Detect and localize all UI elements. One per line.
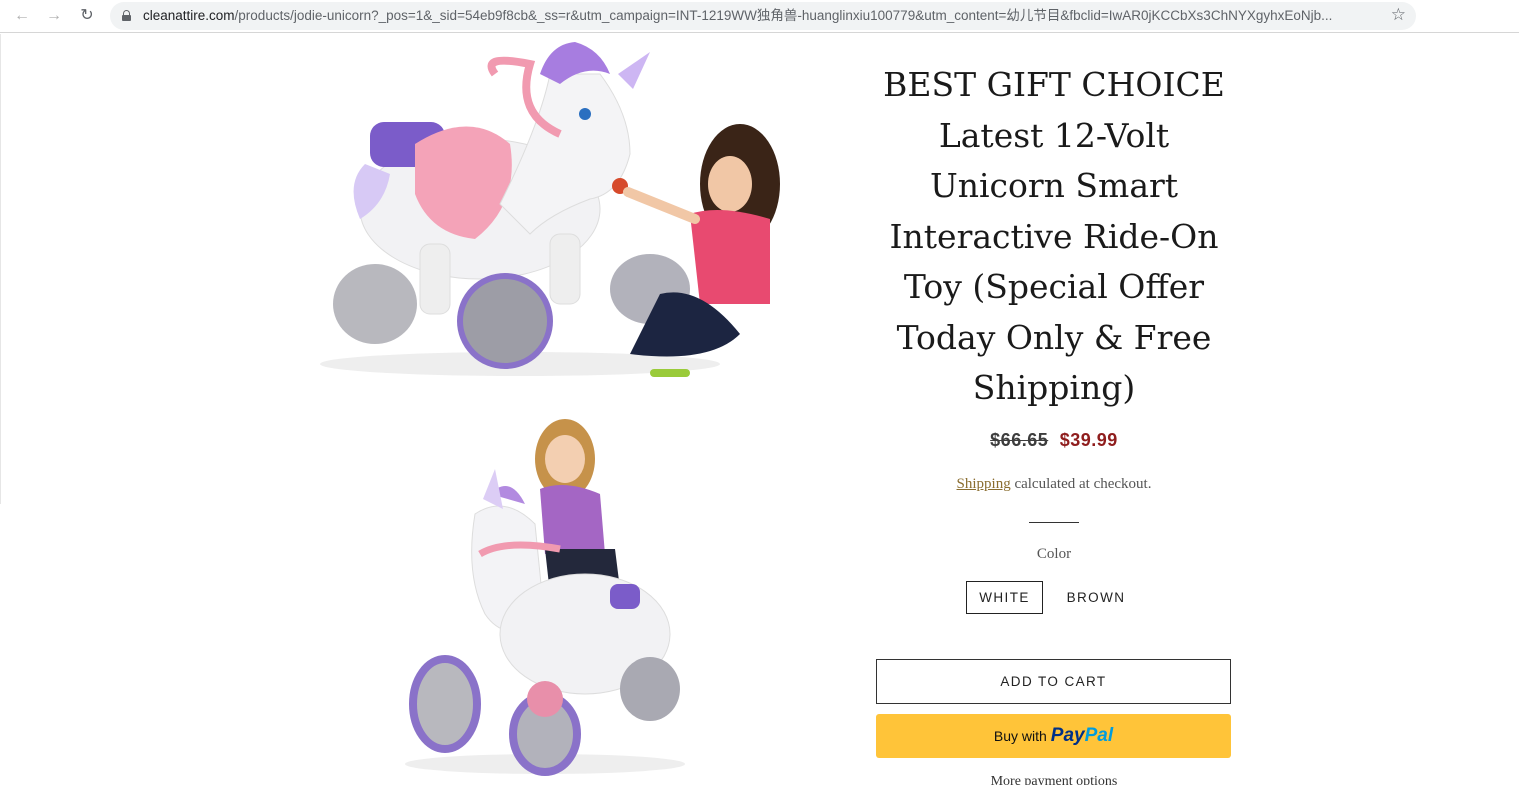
product-image-2[interactable] (395, 414, 695, 784)
product-page: BEST GIFT CHOICE Latest 12-Volt Unicorn … (0, 34, 1519, 785)
shipping-note: Shipping calculated at checkout. (876, 476, 1232, 493)
divider (1029, 522, 1079, 523)
paypal-prefix: Buy with (993, 728, 1047, 744)
add-to-cart-button[interactable]: ADD TO CART (876, 659, 1231, 704)
shipping-text: calculated at checkout. (1010, 476, 1152, 492)
forward-arrow-icon[interactable]: → (42, 5, 66, 27)
address-bar[interactable]: cleanattire.com/products/jodie-unicorn?_… (110, 2, 1416, 30)
color-option-white[interactable]: WHITE (966, 581, 1043, 614)
sale-price: $39.99 (1059, 430, 1118, 450)
title-line: Unicorn Smart (929, 166, 1179, 205)
color-label: Color (1036, 546, 1072, 562)
page-edge-divider (0, 34, 1, 504)
lock-icon[interactable] (122, 10, 131, 21)
product-image-1[interactable] (300, 34, 800, 389)
shipping-link[interactable]: Shipping (957, 476, 1011, 492)
title-line: BEST GIFT CHOICE (883, 65, 1225, 104)
more-payment-options-link[interactable]: More payment options (876, 774, 1232, 785)
url-path: /products/jodie-unicorn?_pos=1&_sid=54eb… (234, 8, 1333, 23)
compare-at-price: $66.65 (990, 430, 1049, 450)
url-text[interactable]: cleanattire.com/products/jodie-unicorn?_… (143, 8, 1383, 24)
back-arrow-icon[interactable]: ← (10, 5, 34, 27)
title-line: Today Only & Free (896, 317, 1212, 357)
reload-icon[interactable]: ↻ (75, 5, 99, 27)
color-option-brown[interactable]: BROWN (1056, 581, 1136, 614)
product-title: BEST GIFT CHOICE Latest 12-Volt Unicorn … (876, 60, 1232, 414)
paypal-button[interactable]: Buy with PayPal (876, 714, 1231, 758)
title-line: Latest 12-Volt (938, 115, 1170, 155)
bookmark-star-icon[interactable]: ☆ (1391, 5, 1406, 25)
paypal-logo-pay: Pay (1050, 725, 1085, 746)
title-line: Shipping) (972, 368, 1136, 407)
paypal-logo-pal: Pal (1084, 725, 1114, 746)
browser-toolbar: ← → ↻ cleanattire.com/products/jodie-uni… (0, 0, 1519, 33)
url-host: cleanattire.com (143, 8, 235, 23)
title-line: Toy (Special Offer (903, 267, 1205, 306)
price-block: $66.65 $39.99 (876, 430, 1232, 451)
title-line: Interactive Ride-On (889, 216, 1219, 256)
